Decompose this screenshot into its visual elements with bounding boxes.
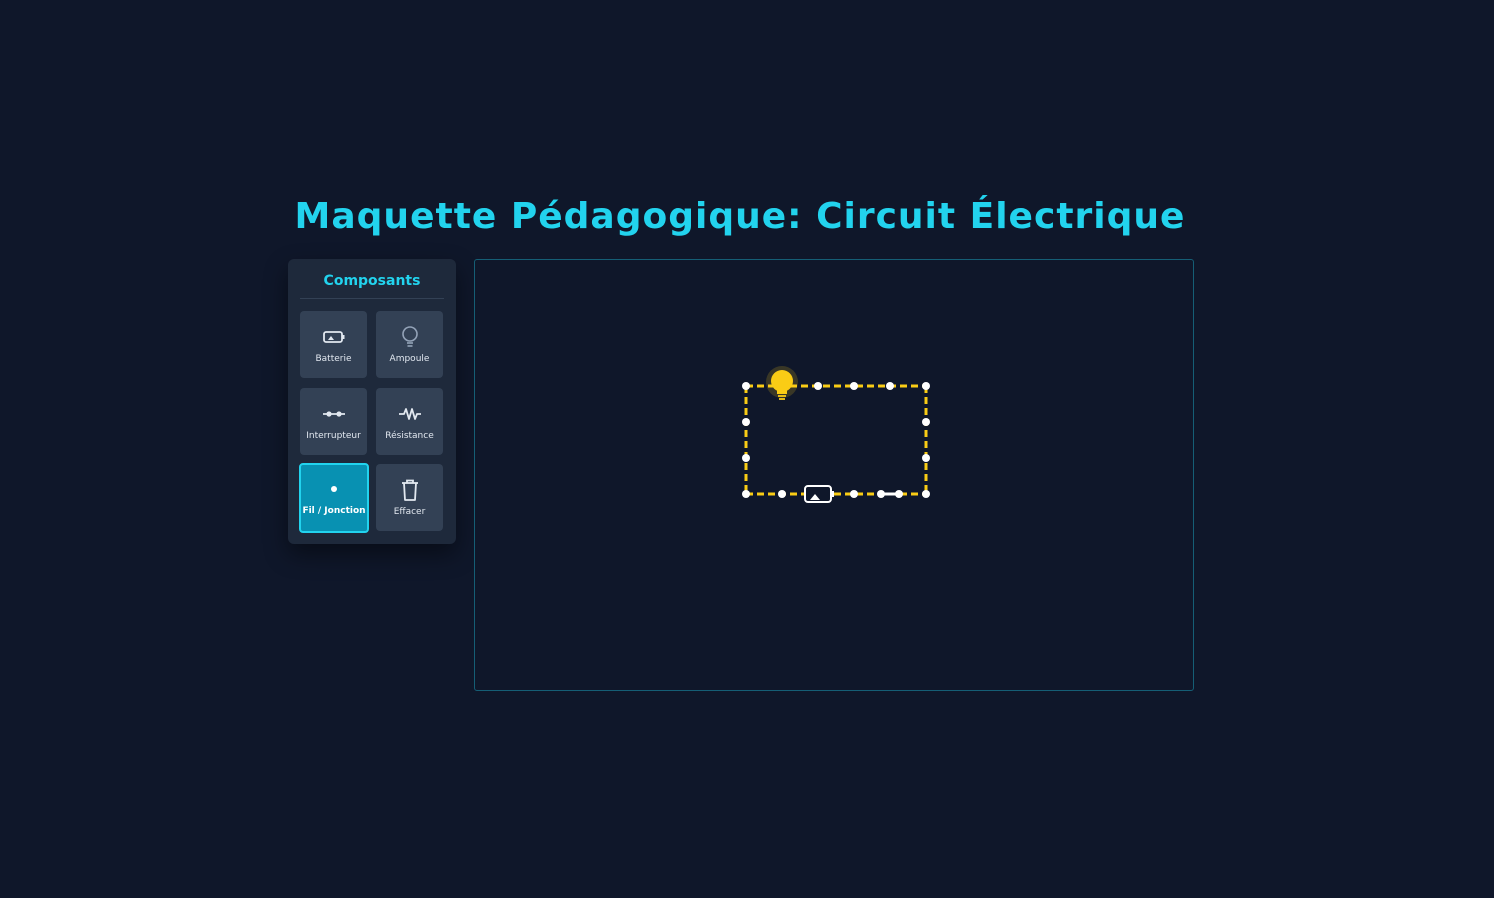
circuit-canvas[interactable] (474, 259, 1194, 691)
node (922, 418, 930, 426)
node (850, 490, 858, 498)
resistor-icon (376, 402, 443, 426)
node (922, 490, 930, 498)
wire-junction-tool-label: Fil / Jonction (302, 506, 366, 516)
components-panel: Composants Batterie Ampoule Interrupteur… (288, 259, 456, 544)
node (922, 382, 930, 390)
switch-component[interactable] (877, 490, 903, 498)
bulb-component[interactable] (766, 366, 798, 400)
erase-tool-label: Effacer (393, 507, 426, 517)
node (886, 382, 894, 390)
wire-dot-icon (299, 477, 369, 501)
node (778, 490, 786, 498)
battery-component[interactable] (804, 485, 834, 503)
switch-tool-button[interactable]: Interrupteur (300, 388, 367, 455)
panel-title: Composants (300, 271, 444, 299)
resistor-tool-label: Résistance (385, 431, 434, 441)
node (742, 418, 750, 426)
page-title: Maquette Pédagogique: Circuit Électrique (294, 196, 1186, 237)
trash-icon (376, 478, 443, 502)
circuit-wires (744, 384, 928, 496)
battery-icon (300, 325, 367, 349)
switch-icon (300, 402, 367, 426)
wire-junction-tool-button[interactable]: Fil / Jonction (299, 463, 369, 533)
bulb-tool-label: Ampoule (389, 354, 430, 364)
node (742, 454, 750, 462)
battery-tool-button[interactable]: Batterie (300, 311, 367, 378)
junction-nodes (742, 382, 930, 498)
bulb-icon (376, 325, 443, 349)
switch-tool-label: Interrupteur (306, 431, 361, 441)
erase-tool-button[interactable]: Effacer (376, 464, 443, 531)
node (814, 382, 822, 390)
node (742, 490, 750, 498)
node (742, 382, 750, 390)
resistor-tool-button[interactable]: Résistance (376, 388, 443, 455)
circuit-drawing (742, 366, 930, 503)
node (850, 382, 858, 390)
bulb-tool-button[interactable]: Ampoule (376, 311, 443, 378)
node (922, 454, 930, 462)
battery-tool-label: Batterie (315, 354, 352, 364)
